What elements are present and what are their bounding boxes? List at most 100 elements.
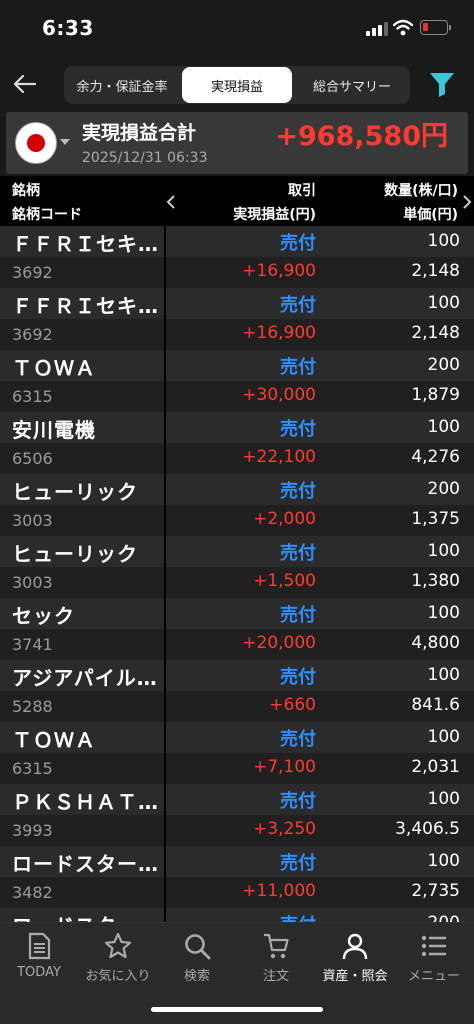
- stock-name: セック: [12, 604, 75, 628]
- chevron-left-icon[interactable]: [166, 194, 176, 209]
- realized-pl: +660: [269, 695, 316, 715]
- stock-name: ＴＯＷＡ: [12, 356, 96, 380]
- stock-name: アジアパイル…: [12, 666, 158, 690]
- realized-pl: +2,000: [253, 509, 316, 529]
- table-row[interactable]: ＴＯＷＡ 6315 売付 +7,100 100 2,031: [0, 722, 474, 784]
- table-row[interactable]: ＴＯＷＡ 6315 売付 +30,000 200 1,879: [0, 350, 474, 412]
- tab-today[interactable]: TODAY: [0, 923, 78, 993]
- trade-type: 売付: [280, 295, 316, 316]
- status-time: 6:33: [42, 16, 94, 40]
- stock-code: 3003: [12, 511, 53, 530]
- stock-code: 6315: [12, 759, 53, 778]
- back-button[interactable]: [10, 66, 40, 102]
- realized-pl: +16,900: [242, 261, 316, 281]
- quantity: 100: [427, 789, 460, 809]
- person-icon: [342, 933, 368, 960]
- table-row[interactable]: ＦＦＲＩセキ… 3692 売付 +16,900 100 2,148: [0, 288, 474, 350]
- tab-overall-summary[interactable]: 総合サマリー: [294, 66, 410, 104]
- unit-price: 2,148: [411, 323, 460, 343]
- realized-pl: +30,000: [242, 385, 316, 405]
- realized-pl: +22,100: [242, 447, 316, 467]
- summary-date: 2025/12/31 06:33: [82, 150, 208, 166]
- unit-price: 2,031: [411, 757, 460, 777]
- tab-favorites[interactable]: お気に入り: [79, 923, 157, 993]
- unit-price: 1,380: [411, 571, 460, 591]
- stock-name: ＦＦＲＩセキ…: [12, 232, 159, 256]
- stock-name: ヒューリック: [12, 542, 138, 566]
- unit-price: 3,406.5: [395, 819, 460, 839]
- tab-menu[interactable]: メニュー: [395, 923, 473, 993]
- quantity: 100: [427, 603, 460, 623]
- trade-type: 売付: [280, 357, 316, 378]
- table-row[interactable]: 安川電機 6506 売付 +22,100 100 4,276: [0, 412, 474, 474]
- stock-code: 3482: [12, 883, 53, 902]
- stock-name: ロードスター…: [12, 852, 159, 876]
- table-row[interactable]: ヒューリック 3003 売付 +1,500 100 1,380: [0, 536, 474, 598]
- japan-flag-icon[interactable]: [15, 122, 57, 164]
- trade-type: 売付: [280, 233, 316, 254]
- tab-realized-pl[interactable]: 実現損益: [182, 67, 292, 103]
- realized-pl: +7,100: [253, 757, 316, 777]
- quantity: 200: [427, 355, 460, 375]
- trade-type: 売付: [280, 911, 316, 922]
- stock-code: 6506: [12, 449, 53, 468]
- tab-label: TODAY: [17, 965, 61, 980]
- table-row[interactable]: ヒューリック 3003 売付 +2,000 200 1,375: [0, 474, 474, 536]
- star-icon: [104, 932, 132, 959]
- stock-code: 3003: [12, 573, 53, 592]
- summary-title: 実現損益合計: [82, 122, 197, 144]
- stock-name: 安川電機: [12, 418, 96, 442]
- tab-search[interactable]: 検索: [158, 923, 236, 993]
- unit-price: 2,735: [411, 881, 460, 901]
- tab-assets[interactable]: 資産・照会: [316, 923, 394, 993]
- news-icon: [28, 932, 51, 960]
- trade-type: 売付: [280, 791, 316, 812]
- table-row[interactable]: ロードスター… 売付 200: [0, 908, 474, 922]
- header-qty: 数量(株/口): [384, 183, 458, 199]
- cart-icon: [264, 933, 289, 959]
- unit-price: 1,375: [411, 509, 460, 529]
- header-trade: 取引: [288, 183, 316, 199]
- segmented-control: 余力・保証金率 実現損益 総合サマリー: [64, 66, 410, 104]
- stock-code: 3692: [12, 325, 53, 344]
- tab-label: お気に入り: [85, 969, 151, 984]
- table-row[interactable]: セック 3741 売付 +20,000 100 4,800: [0, 598, 474, 660]
- quantity: 100: [427, 293, 460, 313]
- quantity: 200: [428, 913, 460, 922]
- nav-bar: 余力・保証金率 実現損益 総合サマリー: [0, 58, 474, 110]
- search-icon: [185, 934, 211, 960]
- wifi-icon: [392, 19, 414, 37]
- trade-type: 売付: [280, 729, 316, 750]
- header-price: 単価(円): [403, 207, 458, 223]
- filter-button[interactable]: [428, 70, 456, 98]
- filter-icon: [430, 73, 454, 97]
- table-row[interactable]: ロードスター… 3482 売付 +11,000 100 2,735: [0, 846, 474, 908]
- caret-down-icon[interactable]: [60, 139, 70, 145]
- table-header: 銘柄 銘柄コード 取引 実現損益(円) 数量(株/口) 単価(円): [0, 176, 474, 226]
- table-row[interactable]: ＰＫＳＨＡＴ… 3993 売付 +3,250 100 3,406.5: [0, 784, 474, 846]
- quantity: 100: [427, 417, 460, 437]
- trade-type: 売付: [280, 667, 316, 688]
- signal-icon: [366, 22, 388, 36]
- quantity: 100: [427, 727, 460, 747]
- home-indicator[interactable]: [151, 1007, 323, 1012]
- trade-type: 売付: [280, 419, 316, 440]
- realized-pl: +3,250: [253, 819, 316, 839]
- table-row[interactable]: ＦＦＲＩセキ… 3692 売付 +16,900 100 2,148: [0, 226, 474, 288]
- chevron-right-icon[interactable]: [462, 194, 472, 209]
- stock-name: ＦＦＲＩセキ…: [12, 294, 159, 318]
- battery-icon: [420, 20, 451, 35]
- trade-type: 売付: [280, 605, 316, 626]
- tab-margin-summary[interactable]: 余力・保証金率: [64, 66, 180, 104]
- tab-label: メニュー: [407, 969, 460, 984]
- quantity: 100: [427, 665, 460, 685]
- quantity: 100: [427, 541, 460, 561]
- tab-order[interactable]: 注文: [237, 923, 315, 993]
- header-code: 銘柄コード: [12, 207, 82, 223]
- quantity: 200: [427, 479, 460, 499]
- unit-price: 4,276: [411, 447, 460, 467]
- tab-label: 注文: [262, 969, 289, 984]
- stock-code: 3993: [12, 821, 53, 840]
- stock-name: ＰＫＳＨＡＴ…: [12, 790, 159, 814]
- table-row[interactable]: アジアパイル… 5288 売付 +660 100 841.6: [0, 660, 474, 722]
